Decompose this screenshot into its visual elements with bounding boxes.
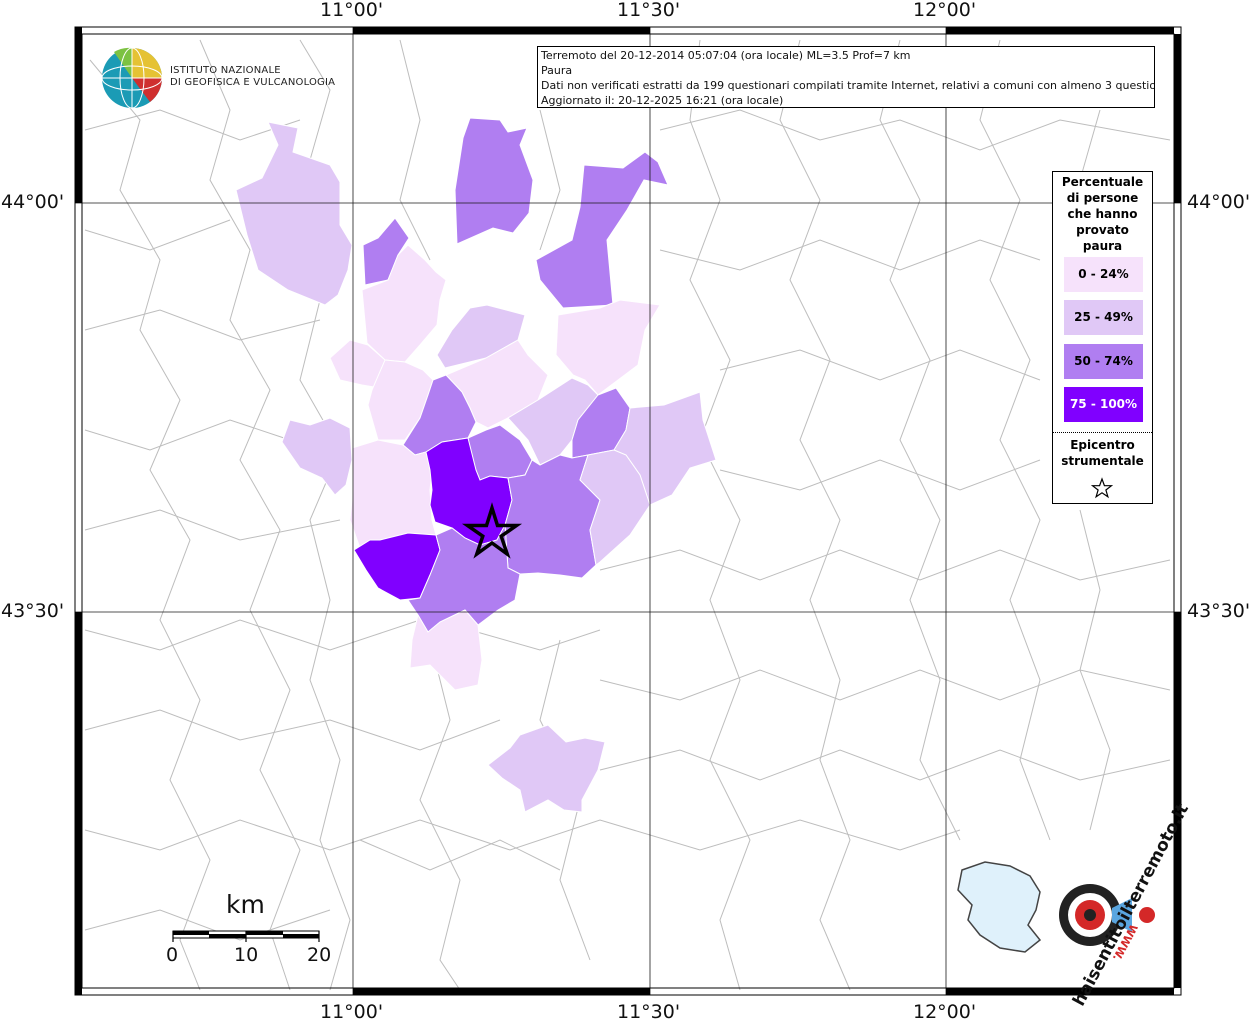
scale-title: km — [226, 890, 265, 919]
lon-label-bottom-1100: 11°00' — [320, 1001, 384, 1023]
legend-title-line: di persone — [1066, 191, 1139, 205]
comune-class1 — [349, 439, 437, 549]
legend-divider — [1053, 432, 1152, 433]
scale-label-20: 20 — [307, 944, 332, 966]
comune-class3 — [454, 117, 534, 245]
ingv-logo-text: ISTITUTO NAZIONALE DI GEOFISICA E VULCAN… — [170, 65, 335, 89]
legend-epicenter-line: Epicentro — [1070, 438, 1135, 452]
legend-title: Percentuale di persone che hanno provato… — [1053, 172, 1152, 254]
lon-label-bottom-1130: 11°30' — [617, 1001, 681, 1023]
lat-label-left-4400: 44°00' — [1, 191, 65, 213]
legend-title-line: provato — [1076, 223, 1129, 237]
legend-title-line: che hanno — [1067, 207, 1138, 221]
comune-class2 — [487, 724, 606, 813]
legend-title-line: Percentuale — [1061, 175, 1144, 189]
legend-title-line: paura — [1082, 239, 1123, 253]
scale-bar — [172, 930, 320, 942]
ingv-logo-icon — [101, 47, 163, 109]
legend-swatch-75-100: 75 - 100% — [1064, 387, 1143, 422]
scale-label-0: 0 — [166, 944, 179, 966]
legend-epicenter-line: strumentale — [1061, 454, 1144, 468]
lat-label-left-4330: 43°30' — [1, 600, 65, 622]
intensity-map — [74, 26, 1182, 996]
event-info-box: Terremoto del 20-12-2014 05:07:04 (ora l… — [537, 46, 1155, 108]
legend-swatch-25-49: 25 - 49% — [1064, 300, 1143, 335]
ingv-line-2: DI GEOFISICA E VULCANOLOGIA — [170, 77, 336, 88]
lat-label-right-4330: 43°30' — [1187, 600, 1251, 622]
comune-class2 — [281, 417, 353, 496]
legend-swatch-50-74: 50 - 74% — [1064, 344, 1143, 379]
event-info-line-2: Paura — [541, 64, 573, 77]
legend-epicenter-label: Epicentro strumentale — [1053, 437, 1152, 469]
lon-label-top-1100: 11°00' — [320, 0, 384, 21]
comuni-polygons — [235, 117, 717, 813]
event-info-line-3: Dati non verificati estratti da 199 ques… — [541, 79, 1155, 92]
legend-star-icon — [1091, 477, 1113, 499]
legend-swatch-0-24: 0 - 24% — [1064, 257, 1143, 292]
comune-class3 — [535, 151, 669, 309]
lat-label-right-4400: 44°00' — [1187, 191, 1251, 213]
ingv-line-1: ISTITUTO NAZIONALE — [170, 65, 281, 76]
lon-label-top-1200: 12°00' — [913, 0, 977, 21]
comune-class1 — [409, 609, 483, 691]
lon-label-bottom-1200: 12°00' — [913, 1001, 977, 1023]
scale-label-10: 10 — [234, 944, 259, 966]
event-info-line-1: Terremoto del 20-12-2014 05:07:04 (ora l… — [541, 49, 911, 62]
comune-class2 — [235, 121, 353, 306]
legend: Percentuale di persone che hanno provato… — [1052, 171, 1153, 504]
lon-label-top-1130: 11°30' — [617, 0, 681, 21]
event-info-line-4: Aggiornato il: 20-12-2025 16:21 (ora loc… — [541, 94, 784, 107]
